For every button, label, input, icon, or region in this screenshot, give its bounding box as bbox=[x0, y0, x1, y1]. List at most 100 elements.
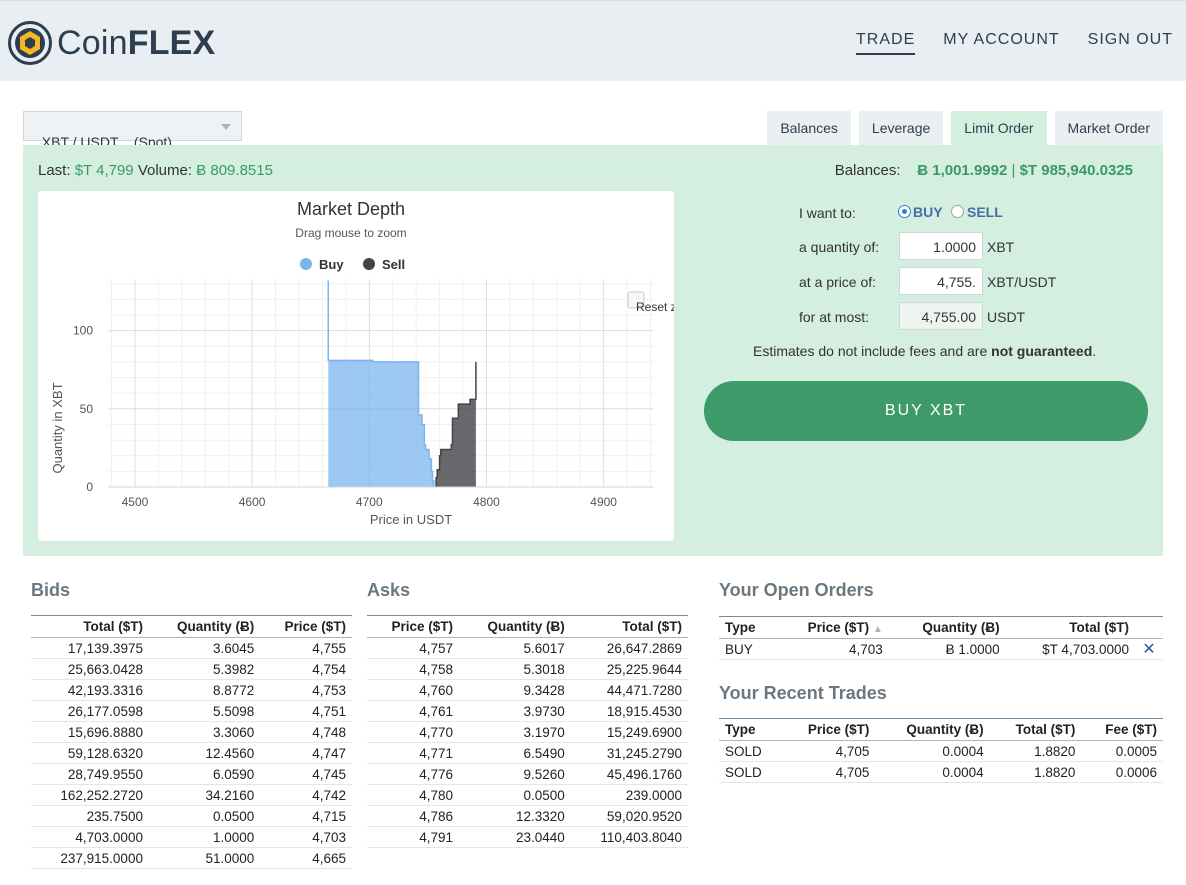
cancel-order-cell: ✕ bbox=[1135, 638, 1163, 660]
bid-total: 162,252.2720 bbox=[31, 784, 149, 806]
asks-rows: 4,757 5.6017 26,647.2869 4,758 5.3018 25,225.… bbox=[367, 637, 688, 848]
buy-radio-label[interactable]: BUY bbox=[913, 204, 943, 220]
tab-market-order[interactable]: Market Order bbox=[1054, 111, 1163, 145]
trade-type: SOLD bbox=[719, 761, 782, 783]
bids-col-price[interactable]: Price ($T) bbox=[260, 615, 352, 638]
legend-buy-marker[interactable] bbox=[300, 258, 312, 270]
trade-fee: 0.0006 bbox=[1081, 761, 1163, 783]
oo-col-quantity[interactable]: Quantity (Ƀ) bbox=[888, 616, 1006, 639]
bid-row[interactable]: 42,193.3316 8.8772 4,753 bbox=[31, 679, 352, 701]
bid-row[interactable]: 28,749.9550 6.0590 4,745 bbox=[31, 763, 352, 785]
bid-total: 235.7500 bbox=[31, 805, 149, 827]
bid-total: 42,193.3316 bbox=[31, 679, 149, 701]
asks-col-total[interactable]: Total ($T) bbox=[570, 615, 688, 638]
fee-disclaimer: Estimates do not include fees and are no… bbox=[753, 343, 1153, 359]
nav-sign-out[interactable]: SIGN OUT bbox=[1088, 31, 1173, 55]
tab-balances[interactable]: Balances bbox=[767, 111, 851, 145]
bids-col-total[interactable]: Total ($T) bbox=[31, 615, 149, 638]
ask-price: 4,770 bbox=[367, 721, 460, 743]
balances-label: Balances: bbox=[834, 162, 901, 179]
legend-sell-marker[interactable] bbox=[363, 258, 375, 270]
ask-quantity: 0.0500 bbox=[459, 784, 571, 806]
ask-price: 4,760 bbox=[367, 679, 460, 701]
bid-row[interactable]: 15,696.8880 3.3060 4,748 bbox=[31, 721, 352, 743]
ask-row[interactable]: 4,758 5.3018 25,225.9644 bbox=[367, 658, 688, 680]
legend-sell-label[interactable]: Sell bbox=[382, 257, 405, 272]
ask-quantity: 12.3320 bbox=[459, 805, 571, 827]
bid-row[interactable]: 235.7500 0.0500 4,715 bbox=[31, 805, 352, 827]
bid-row[interactable]: 17,139.3975 3.6045 4,755 bbox=[31, 637, 352, 659]
volume-label: Volume: bbox=[137, 162, 193, 179]
open-orders-header-row: Type Price ($T) ▲ Quantity (Ƀ) Total ($T… bbox=[719, 616, 1163, 639]
legend-buy-label[interactable]: Buy bbox=[319, 257, 344, 272]
ask-price: 4,776 bbox=[367, 763, 460, 785]
ask-row[interactable]: 4,770 3.1970 15,249.6900 bbox=[367, 721, 688, 743]
ask-row[interactable]: 4,760 9.3428 44,471.7280 bbox=[367, 679, 688, 701]
rt-col-total[interactable]: Total ($T) bbox=[989, 718, 1082, 741]
sell-radio[interactable] bbox=[951, 205, 964, 218]
nav-my-account[interactable]: MY ACCOUNT bbox=[943, 31, 1059, 55]
rt-col-fee[interactable]: Fee ($T) bbox=[1081, 718, 1163, 741]
ask-row[interactable]: 4,757 5.6017 26,647.2869 bbox=[367, 637, 688, 659]
ask-row[interactable]: 4,786 12.3320 59,020.9520 bbox=[367, 805, 688, 827]
ask-row[interactable]: 4,791 23.0440 110,403.8040 bbox=[367, 826, 688, 848]
reset-zoom-button[interactable]: Reset z bbox=[636, 300, 674, 314]
tab-leverage[interactable]: Leverage bbox=[858, 111, 944, 145]
x-tick-label: 4600 bbox=[239, 495, 266, 509]
tab-limit-order[interactable]: Limit Order bbox=[951, 111, 1047, 145]
market-depth-svg[interactable]: Market Depth Drag mouse to zoom Buy Sell… bbox=[38, 191, 674, 541]
balances-separator: | bbox=[1011, 162, 1016, 179]
ask-price: 4,758 bbox=[367, 658, 460, 680]
asks-col-price[interactable]: Price ($T) bbox=[367, 615, 460, 638]
bid-row[interactable]: 25,663.0428 5.3982 4,754 bbox=[31, 658, 352, 680]
trade-total: 1.8820 bbox=[989, 740, 1082, 762]
buy-radio[interactable] bbox=[898, 205, 911, 218]
ask-row[interactable]: 4,776 9.5260 45,496.1760 bbox=[367, 763, 688, 785]
oo-col-total[interactable]: Total ($T) bbox=[1005, 616, 1135, 639]
sort-ascending-icon: ▲ bbox=[872, 624, 883, 635]
oo-col-price[interactable]: Price ($T) ▲ bbox=[774, 616, 889, 639]
bid-total: 28,749.9550 bbox=[31, 763, 149, 785]
ask-row[interactable]: 4,780 0.0500 239.0000 bbox=[367, 784, 688, 806]
chart-series bbox=[327, 280, 477, 487]
main-nav: TRADE MY ACCOUNT SIGN OUT bbox=[856, 31, 1186, 55]
bid-total: 237,915.0000 bbox=[31, 847, 149, 869]
rt-col-price[interactable]: Price ($T) bbox=[781, 718, 876, 741]
ask-row[interactable]: 4,771 6.5490 31,245.2790 bbox=[367, 742, 688, 764]
bid-quantity: 5.5098 bbox=[148, 700, 261, 722]
last-price: $T 4,799 bbox=[74, 162, 134, 179]
price-input[interactable]: 4,755. bbox=[899, 267, 983, 295]
quantity-input[interactable]: 1.0000 bbox=[899, 232, 983, 260]
bids-col-quantity[interactable]: Quantity (Ƀ) bbox=[148, 615, 261, 638]
ask-row[interactable]: 4,761 3.9730 18,915.4530 bbox=[367, 700, 688, 722]
rt-col-quantity[interactable]: Quantity (Ƀ) bbox=[875, 718, 990, 741]
market-depth-chart[interactable]: Market Depth Drag mouse to zoom Buy Sell… bbox=[38, 191, 674, 541]
sell-radio-label[interactable]: SELL bbox=[967, 204, 1003, 220]
oo-col-type[interactable]: Type bbox=[719, 616, 775, 639]
bid-row[interactable]: 162,252.2720 34.2160 4,742 bbox=[31, 784, 352, 806]
coinflex-logo[interactable]: CoinFLEX bbox=[8, 21, 215, 65]
bid-price: 4,748 bbox=[260, 721, 352, 743]
oo-col-actions bbox=[1135, 616, 1163, 639]
bid-row[interactable]: 26,177.0598 5.5098 4,751 bbox=[31, 700, 352, 722]
chart-legend: Buy Sell bbox=[300, 257, 405, 272]
recent-trades-table: Type Price ($T) Quantity (Ƀ) Total ($T) … bbox=[719, 718, 1163, 783]
bid-quantity: 34.2160 bbox=[148, 784, 261, 806]
trade-row[interactable]: SOLD 4,705 0.0004 1.8820 0.0005 bbox=[719, 740, 1163, 762]
rt-col-type[interactable]: Type bbox=[719, 718, 782, 741]
pair-select[interactable]: XBT / USDT (Spot) bbox=[23, 111, 242, 150]
y-axis-title: Quantity in XBT bbox=[50, 382, 65, 473]
y-tick-label: 100 bbox=[73, 324, 93, 338]
balances-summary: Balances: Ƀ 1,001.9992 | $T 985,940.0325 bbox=[835, 162, 1133, 179]
nav-trade[interactable]: TRADE bbox=[856, 31, 916, 55]
bid-row[interactable]: 4,703.0000 1.0000 4,703 bbox=[31, 826, 352, 848]
trade-row[interactable]: SOLD 4,705 0.0004 1.8820 0.0006 bbox=[719, 761, 1163, 783]
ask-price: 4,780 bbox=[367, 784, 460, 806]
bid-row[interactable]: 59,128.6320 12.4560 4,747 bbox=[31, 742, 352, 764]
y-tick-label: 50 bbox=[80, 402, 94, 416]
asks-col-quantity[interactable]: Quantity (Ƀ) bbox=[459, 615, 571, 638]
usdt-balance: $T 985,940.0325 bbox=[1019, 162, 1133, 179]
buy-xbt-button[interactable]: BUY XBT bbox=[704, 381, 1148, 441]
cancel-order-icon[interactable]: ✕ bbox=[1142, 641, 1155, 658]
bid-row[interactable]: 237,915.0000 51.0000 4,665 bbox=[31, 847, 352, 869]
